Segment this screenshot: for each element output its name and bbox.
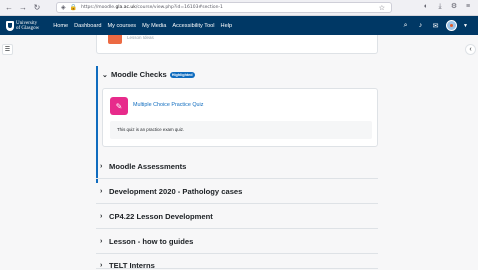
logo-text: University of Glasgow [16, 20, 40, 31]
pocket-icon[interactable]: ◐ [422, 3, 430, 11]
chevron-right-icon[interactable]: › [100, 188, 109, 195]
reload-icon[interactable]: ↻ [32, 3, 42, 13]
download-icon[interactable]: ⤓ [436, 3, 444, 11]
activity-description-text: This quiz is an practice exam quiz. [117, 127, 185, 132]
address-bar[interactable]: ◈ 🔒 https://moodle.gla.ac.uk/course/view… [56, 2, 392, 13]
section-telt-interns: › TELT Interns [96, 254, 378, 270]
nav-help[interactable]: Help [218, 23, 236, 29]
section-header[interactable]: › Lesson - how to guides [100, 237, 193, 246]
avatar[interactable] [446, 20, 458, 31]
activity-description: This quiz is an practice exam quiz. [110, 121, 372, 139]
chevron-right-icon[interactable]: › [100, 262, 109, 269]
chevron-right-icon[interactable]: › [100, 213, 109, 220]
section-title[interactable]: Lesson - how to guides [109, 237, 193, 246]
chevron-down-icon[interactable]: ⌄ [102, 71, 111, 79]
quiz-icon[interactable]: ✎ [110, 97, 128, 115]
chevron-down-icon[interactable]: ▼ [463, 23, 468, 29]
list-icon: ☰ [4, 47, 11, 53]
moodle-navbar: University of Glasgow Home Dashboard My … [0, 16, 478, 35]
section-cp422-lesson-development: › CP4.22 Lesson Development [96, 205, 378, 229]
search-icon[interactable]: ⌕ [401, 22, 410, 30]
shield-icon: ◈ [61, 5, 66, 11]
quiz-activity-card: ✎ Multiple Choice Practice Quiz This qui… [102, 88, 378, 147]
browser-toolbar: ← → ↻ ◈ 🔒 https://moodle.gla.ac.uk/cours… [0, 0, 478, 16]
back-icon[interactable]: ← [4, 3, 14, 13]
lock-icon: 🔒 [69, 5, 78, 11]
section-title[interactable]: CP4.22 Lesson Development [109, 212, 213, 221]
chevron-right-icon[interactable]: › [100, 238, 109, 245]
menu-icon[interactable]: ≡ [464, 3, 472, 11]
section-header[interactable]: › Moodle Assessments [100, 162, 186, 171]
quiz-link[interactable]: Multiple Choice Practice Quiz [133, 102, 203, 108]
previous-activity-card: Lesson Ideas [96, 35, 378, 54]
previous-activity-label[interactable]: Lesson Ideas [127, 35, 154, 40]
nav-dashboard[interactable]: Dashboard [71, 23, 104, 29]
crest-icon [6, 20, 14, 31]
section-title[interactable]: Moodle Checks [111, 70, 167, 79]
forward-icon[interactable]: → [18, 3, 28, 13]
section-header[interactable]: ⌄ Moodle Checks Highlighted [102, 70, 195, 79]
highlighted-badge: Highlighted [169, 71, 195, 78]
course-content: Lesson Ideas ⌄ Moodle Checks Highlighted… [96, 35, 378, 270]
activity-icon [108, 35, 122, 44]
section-title[interactable]: Development 2020 - Pathology cases [109, 187, 242, 196]
bell-icon[interactable]: ♪ [416, 22, 425, 29]
nav-my-courses[interactable]: My courses [105, 23, 140, 29]
course-index-toggle[interactable]: ☰ [2, 44, 13, 55]
section-moodle-assessments: › Moodle Assessments [96, 155, 378, 179]
section-header[interactable]: › CP4.22 Lesson Development [100, 212, 213, 221]
section-header[interactable]: › Development 2020 - Pathology cases [100, 187, 242, 196]
nav-accessibility-tool[interactable]: Accessibility Tool [169, 23, 217, 29]
chevron-right-icon[interactable]: › [100, 163, 109, 170]
message-icon[interactable]: ✉ [431, 22, 440, 30]
section-title[interactable]: Moodle Assessments [109, 162, 186, 171]
section-lesson-how-to-guides: › Lesson - how to guides [96, 230, 378, 254]
section-development-2020: › Development 2020 - Pathology cases [96, 180, 378, 204]
nav-my-media[interactable]: My Media [139, 23, 169, 29]
bookmark-star-icon[interactable]: ☆ [379, 4, 385, 12]
university-logo[interactable]: University of Glasgow [6, 20, 40, 31]
nav-home[interactable]: Home [50, 23, 71, 29]
navbar-user-area: ⌕ ♪ ✉ ▼ [401, 20, 468, 31]
url-text: https://moodle.gla.ac.uk/course/view.php… [81, 5, 223, 10]
chevron-left-icon: ‹ [469, 46, 472, 53]
extensions-icon[interactable]: ⚙ [450, 3, 458, 11]
browser-extensions: ◐ ⤓ ⚙ ≡ [422, 3, 472, 11]
primary-nav: Home Dashboard My courses My Media Acces… [50, 23, 235, 29]
block-drawer-toggle[interactable]: ‹ [465, 44, 476, 55]
